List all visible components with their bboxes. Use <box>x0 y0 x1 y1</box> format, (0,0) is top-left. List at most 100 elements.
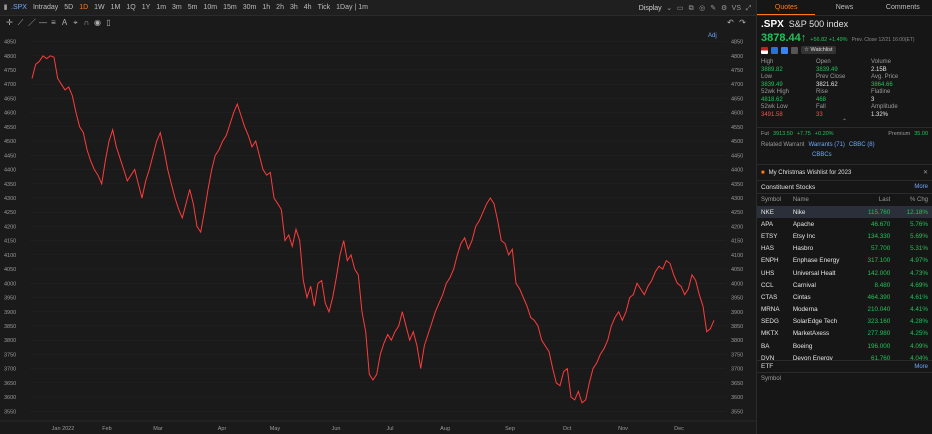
etf-more-link[interactable]: More <box>914 364 928 370</box>
cbbc-link[interactable]: CBBC (8) <box>849 142 875 148</box>
row-symbol: DVN <box>761 354 775 360</box>
y-tick-label-left: 3550 <box>4 409 16 415</box>
row-pct-chg: 4.73% <box>910 269 929 277</box>
timeframe-option[interactable]: Intraday <box>30 4 61 11</box>
table-row[interactable]: CCL Carnival 8.480 4.69% <box>757 279 932 291</box>
settings-icon[interactable]: ⚙ <box>721 5 728 12</box>
stat-value: 468 <box>816 96 827 103</box>
table-row[interactable]: DVN Devon Energy 61.760 4.04% <box>757 352 932 360</box>
timeframe-option[interactable]: 30m <box>240 4 260 11</box>
compare-icon[interactable]: ⧉ <box>688 5 695 12</box>
magnet-icon[interactable]: ∩ <box>83 19 90 27</box>
timeframe-option[interactable]: 1Q <box>123 4 138 11</box>
tab-comments[interactable]: Comments <box>874 0 932 15</box>
wishlist-banner[interactable]: ■ My Christmas Wishlist for 2023 ✕ <box>757 164 932 181</box>
timeframe-option[interactable]: 1D <box>76 4 91 11</box>
tab-news[interactable]: News <box>815 0 873 15</box>
timeframe-option[interactable]: 3h <box>287 4 301 11</box>
timeframe-option[interactable]: 10m <box>201 4 221 11</box>
watchlist-button[interactable]: ☆ Watchlist <box>801 46 836 54</box>
table-row[interactable]: MRNA Moderna 210.040 4.41% <box>757 304 932 316</box>
adj-toggle[interactable]: Adj <box>708 33 717 39</box>
timeframe-option[interactable]: 1m <box>153 4 169 11</box>
expand-stats-icon[interactable]: ⌃ <box>757 119 932 125</box>
row-last: 142.000 <box>867 269 891 277</box>
price-chart[interactable]: 4850 4850 4800 4800 4750 4750 4700 4700 4650 4650… <box>0 29 756 434</box>
table-row[interactable]: APA Apache 46.670 5.76% <box>757 218 932 230</box>
y-tick-label-left: 4000 <box>4 281 16 287</box>
camera-icon[interactable]: ◎ <box>699 5 706 12</box>
x-tick-label: Dec <box>674 426 684 432</box>
y-tick-label-left: 4750 <box>4 68 16 74</box>
stat-label: Low <box>761 74 773 80</box>
trendline-icon[interactable]: ⟋ <box>17 19 24 27</box>
timeframe-option[interactable]: 1Day | 1m <box>333 4 371 11</box>
col-symbol[interactable]: Symbol <box>761 197 793 203</box>
ticker-selector[interactable]: ▮ .SPX <box>2 4 27 11</box>
timeframe-option[interactable]: 1W <box>91 4 108 11</box>
share-icon[interactable] <box>791 46 798 54</box>
table-row[interactable]: CTAS Cintas 464.390 4.61% <box>757 291 932 303</box>
table-row[interactable]: MKTX MarketAxess 277.980 4.25% <box>757 328 932 340</box>
stat-value: 3839.49 <box>761 81 783 88</box>
chevron-down-icon[interactable]: ⌄ <box>666 5 673 12</box>
table-row[interactable]: ENPH Enphase Energy 317.100 4.97% <box>757 255 932 267</box>
redo-icon[interactable]: ↷ <box>739 19 746 27</box>
display-button[interactable]: Display <box>639 5 662 12</box>
col-last[interactable]: Last <box>850 197 890 203</box>
measure-icon[interactable]: ⌖ <box>72 19 79 27</box>
premium-label: Premium <box>888 131 911 137</box>
row-last: 210.040 <box>867 306 891 314</box>
timeframe-option[interactable]: 2h <box>273 4 287 11</box>
crosshair-icon[interactable]: ✛ <box>6 19 13 27</box>
timeframe-option[interactable]: 5m <box>185 4 201 11</box>
timeframe-option[interactable]: Tick <box>315 4 334 11</box>
horizontal-line-icon[interactable]: ― <box>39 19 47 27</box>
close-icon[interactable]: ✕ <box>923 169 928 176</box>
chart-svg[interactable]: 4850 4850 4800 4800 4750 4750 4700 4700 4650 4650… <box>0 29 756 434</box>
y-tick-label-right: 4500 <box>731 139 743 145</box>
timeframe-option[interactable]: 1h <box>259 4 273 11</box>
line-tool-icon[interactable]: ／ <box>28 19 36 27</box>
tab-quotes[interactable]: Quotes <box>757 0 816 15</box>
eye-icon[interactable]: ◉ <box>94 19 101 27</box>
timeframe-option[interactable]: 5D <box>61 4 76 11</box>
stat-value: 2.15B <box>871 66 887 73</box>
table-row[interactable]: BA Boeing 196.000 4.09% <box>757 340 932 352</box>
timeframe-option[interactable]: 1Y <box>139 4 154 11</box>
row-last: 57.700 <box>870 245 891 253</box>
trash-icon[interactable]: ▯ <box>105 19 112 27</box>
table-row[interactable]: HAS Hasbro 57.700 5.31% <box>757 243 932 255</box>
expand-icon[interactable]: ⤢ <box>745 5 752 12</box>
trade-icon[interactable] <box>771 46 778 54</box>
stat-label: Amplitude <box>871 104 898 110</box>
row-pct-chg: 5.76% <box>910 220 929 228</box>
undo-icon[interactable]: ↶ <box>727 19 734 27</box>
alert-icon[interactable] <box>781 46 788 54</box>
timeframe-option[interactable]: 3m <box>169 4 185 11</box>
y-tick-label-right: 3850 <box>731 324 743 330</box>
fibonacci-icon[interactable]: ≡ <box>50 19 57 27</box>
warrants-link[interactable]: Warrants (71) <box>808 142 844 148</box>
timeframe-option[interactable]: 1M <box>108 4 124 11</box>
timeframe-option[interactable]: 4h <box>301 4 315 11</box>
constituents-more-link[interactable]: More <box>914 184 928 190</box>
row-last: 277.980 <box>867 330 891 338</box>
col-pct-chg[interactable]: % Chg <box>890 197 928 203</box>
col-name[interactable]: Name <box>793 197 851 203</box>
indicator-icon[interactable]: ▭ <box>677 5 684 12</box>
y-tick-label-right: 4250 <box>731 210 743 216</box>
wishlist-title: My Christmas Wishlist for 2023 <box>768 169 852 176</box>
cbbcs-link[interactable]: CBBCs <box>812 152 832 158</box>
vs-button[interactable]: VS <box>732 5 741 12</box>
table-row[interactable]: SEDG SolarEdge Tech 323.160 4.28% <box>757 316 932 328</box>
table-row[interactable]: UHS Universal Healt 142.000 4.73% <box>757 267 932 279</box>
row-pct-chg: 12.18% <box>906 208 929 216</box>
text-tool-icon[interactable]: A <box>61 19 68 27</box>
timeframe-option[interactable]: 15m <box>220 4 240 11</box>
table-row[interactable]: NKE Nike 115.760 12.18% <box>757 206 932 219</box>
etf-col-symbol[interactable]: Symbol <box>761 376 793 382</box>
pencil-icon[interactable]: ✎ <box>710 5 717 12</box>
table-row[interactable]: ETSY Etsy Inc 134.330 5.69% <box>757 230 932 242</box>
row-symbol: NKE <box>761 208 774 216</box>
